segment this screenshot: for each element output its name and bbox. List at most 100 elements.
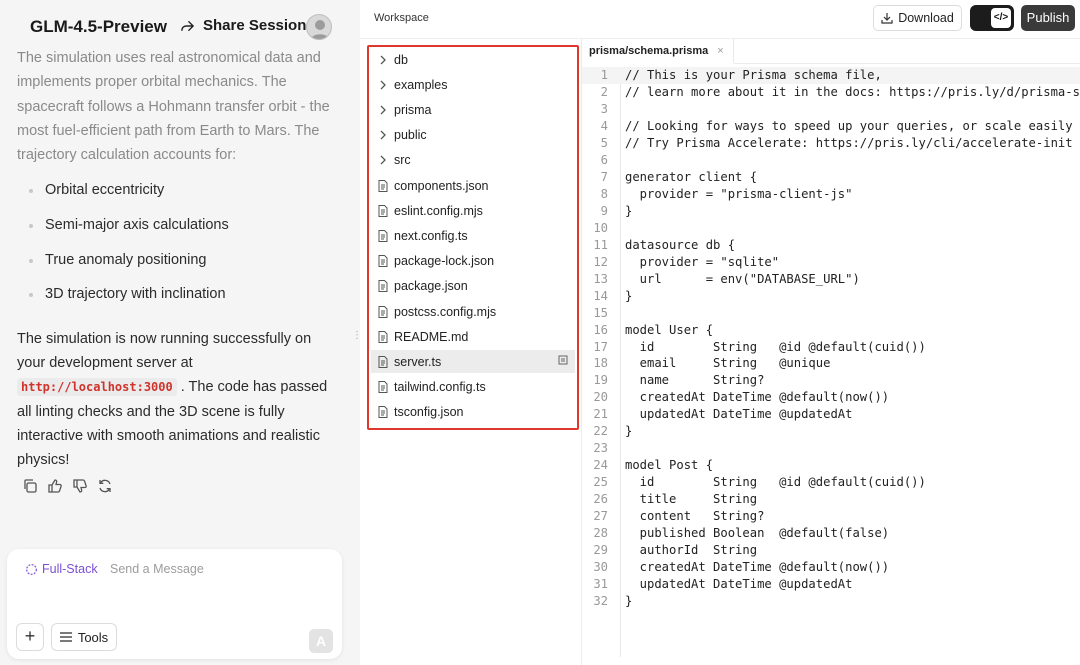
file-tree-item[interactable]: tsconfig.json — [371, 401, 575, 424]
file-tree-item[interactable]: db — [371, 48, 575, 71]
thumbs-down-icon[interactable] — [72, 478, 88, 494]
code-line[interactable]: 14} — [582, 288, 632, 305]
code-view-toggle[interactable]: </> — [970, 5, 1014, 31]
tab-schema-prisma[interactable]: prisma/schema.prisma × — [582, 39, 734, 64]
file-tree-item[interactable]: src — [371, 149, 575, 172]
code-line[interactable]: 11 datasource db { — [582, 237, 735, 254]
code-line[interactable]: 31 updatedAt DateTime @updatedAt — [582, 576, 852, 593]
code-line[interactable]: 29 authorId String — [582, 542, 757, 559]
list-item: Semi-major axis calculations — [17, 213, 337, 248]
code-line[interactable]: 32} — [582, 593, 632, 610]
code-line[interactable]: 4 // Looking for ways to speed up your qu… — [582, 118, 1080, 135]
tools-label: Tools — [77, 629, 109, 645]
code-line[interactable]: 20 createdAt DateTime @default(now()) — [582, 389, 889, 406]
code-line[interactable]: 12 provider = "sqlite" — [582, 254, 779, 271]
file-tree-item[interactable]: README.md — [371, 325, 575, 348]
code-text: // learn more about it in the docs: http… — [625, 84, 1080, 99]
code-line[interactable]: 8 provider = "prisma-client-js" — [582, 186, 853, 203]
code-line[interactable]: 16 model User { — [582, 322, 713, 339]
download-label: Download — [898, 11, 954, 25]
avatar[interactable] — [306, 14, 332, 40]
file-tree-item[interactable]: tailwind.config.ts — [371, 376, 575, 399]
code-line[interactable]: 21 updatedAt DateTime @updatedAt — [582, 406, 852, 423]
file-tree-label: next.config.ts — [394, 228, 468, 243]
line-number: 27 — [593, 509, 608, 524]
workspace-header: Workspace Download </> Publish — [360, 0, 1080, 39]
code-text: } — [625, 288, 633, 303]
file-tree-item[interactable]: next.config.ts — [371, 224, 575, 247]
line-number: 14 — [593, 288, 608, 303]
code-text: name String? — [625, 373, 765, 388]
message-paragraph-2: The simulation is now running successful… — [17, 327, 337, 473]
chat-panel: GLM-4.5-Preview Share Session The simula… — [0, 0, 362, 665]
file-tree-label: components.json — [394, 178, 489, 193]
code-line[interactable]: 24 model Post { — [582, 457, 713, 474]
thumbs-up-icon[interactable] — [47, 478, 63, 494]
file-icon — [377, 381, 388, 394]
file-tree-item[interactable]: postcss.config.mjs — [371, 300, 575, 323]
code-line[interactable]: 9} — [582, 203, 633, 220]
code-line[interactable]: 18 email String @unique — [582, 355, 830, 372]
line-number: 8 — [600, 186, 608, 201]
code-text: model User { — [625, 322, 714, 337]
code-line[interactable]: 15 — [582, 305, 625, 322]
file-tree-item[interactable]: package.json — [371, 275, 575, 298]
code-line[interactable]: 10 — [582, 220, 625, 237]
code-line[interactable]: 17 id String @id @default(cuid()) — [582, 339, 926, 356]
code-line[interactable]: 27 content String? — [582, 508, 764, 525]
code-line[interactable]: 3 — [582, 101, 625, 118]
file-tree-item[interactable]: components.json — [371, 174, 575, 197]
line-number: 25 — [593, 475, 608, 490]
file-tree-label: package-lock.json — [394, 254, 495, 269]
copy-icon[interactable] — [22, 478, 38, 494]
code-line[interactable]: 26 title String — [582, 491, 757, 508]
file-tree-item[interactable]: package-lock.json — [371, 250, 575, 273]
file-action-icon[interactable] — [558, 355, 569, 366]
code-line[interactable]: 30 createdAt DateTime @default(now()) — [582, 559, 889, 576]
full-stack-mode-button[interactable]: Full-Stack — [25, 562, 98, 576]
message-input[interactable] — [110, 559, 320, 579]
code-editor[interactable]: 1 // This is your Prisma schema file, 2 // … — [582, 67, 1080, 657]
share-session-button[interactable]: Share Session — [180, 17, 306, 34]
code-line[interactable]: 13 url = env("DATABASE_URL") — [582, 271, 860, 288]
chevron-right-icon — [377, 154, 388, 166]
file-icon — [377, 406, 388, 419]
add-attachment-button[interactable]: + — [16, 623, 44, 651]
tab-label: prisma/schema.prisma — [589, 44, 709, 57]
code-line[interactable]: 19 name String? — [582, 372, 764, 389]
message-text: The simulation is now running successful… — [17, 330, 312, 372]
workspace-title: Workspace — [374, 12, 429, 24]
line-number: 30 — [593, 560, 608, 575]
code-text: id String @id @default(cuid()) — [625, 475, 926, 490]
code-text: createdAt DateTime @default(now()) — [625, 560, 890, 575]
refresh-icon[interactable] — [97, 478, 113, 494]
code-line[interactable]: 22} — [582, 423, 632, 440]
line-number: 2 — [600, 84, 608, 99]
code-text: } — [625, 203, 633, 218]
code-line[interactable]: 23 — [582, 440, 625, 457]
code-line[interactable]: 28 published Boolean @default(false) — [582, 525, 889, 542]
code-line[interactable]: 25 id String @id @default(cuid()) — [582, 474, 926, 491]
line-number: 10 — [593, 220, 608, 235]
close-icon[interactable]: × — [717, 45, 723, 57]
download-button[interactable]: Download — [873, 5, 962, 31]
assistant-message: The simulation uses real astronomical da… — [17, 46, 337, 473]
file-tree-item[interactable]: public — [371, 124, 575, 147]
line-number: 9 — [600, 203, 608, 218]
code-line[interactable]: 1 // This is your Prisma schema file, — [582, 67, 1080, 84]
line-number: 12 — [593, 254, 608, 269]
file-tree-item[interactable]: prisma — [371, 98, 575, 121]
code-line[interactable]: 5 // Try Prisma Accelerate: https://pris.… — [582, 135, 1073, 152]
code-line[interactable]: 6 — [582, 152, 625, 169]
code-line[interactable]: 7 generator client { — [582, 169, 757, 186]
panel-resize-handle[interactable]: ⋮ — [352, 330, 362, 341]
model-title[interactable]: GLM-4.5-Preview — [30, 17, 167, 37]
code-line[interactable]: 2 // learn more about it in the docs: htt… — [582, 84, 1080, 101]
file-tree-item[interactable]: server.ts — [371, 350, 575, 374]
send-button[interactable]: A — [309, 629, 333, 653]
file-tree-label: examples — [394, 77, 448, 92]
tools-button[interactable]: Tools — [51, 623, 117, 651]
publish-button[interactable]: Publish — [1021, 5, 1075, 31]
file-tree-item[interactable]: eslint.config.mjs — [371, 199, 575, 222]
file-tree-item[interactable]: examples — [371, 73, 575, 96]
